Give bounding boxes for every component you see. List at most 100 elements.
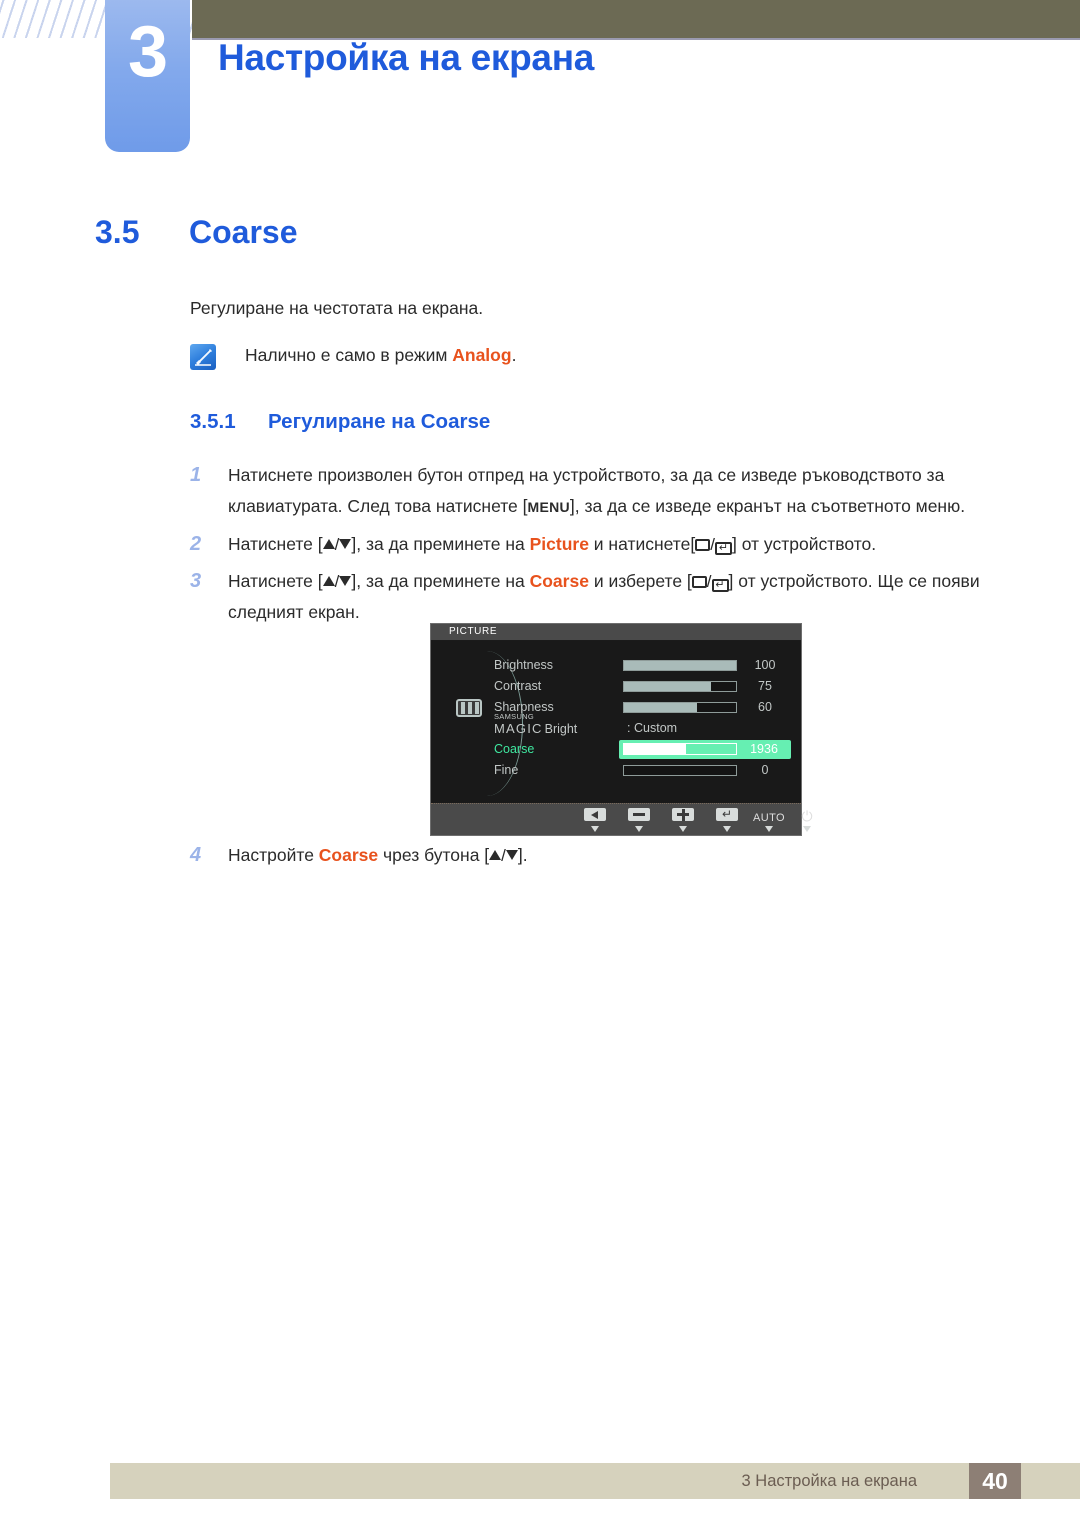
osd-body: Brightness : 100 Contrast : 75 Sharpness… bbox=[431, 641, 801, 804]
enter-arrow-icon: ↵ bbox=[711, 579, 729, 592]
enter-arrow-icon: ↵ bbox=[714, 542, 732, 555]
step2-part3: и натиснете[ bbox=[588, 534, 696, 554]
osd-value: 1936 bbox=[750, 742, 778, 756]
enter-button[interactable]: ↵ bbox=[707, 807, 747, 832]
note-text: Налично е само в режим Analog. bbox=[245, 345, 516, 366]
step-text: Натиснете [ / ], за да преминете на Coarse… bbox=[228, 566, 990, 628]
return-arrow-icon: ↵ bbox=[716, 807, 738, 821]
note-text-after: . bbox=[511, 345, 517, 365]
power-icon: ⏻ bbox=[801, 808, 813, 824]
osd-value: 75 bbox=[758, 679, 772, 693]
osd-row-brightness[interactable]: Brightness : 100 bbox=[431, 655, 801, 676]
step-number: 3 bbox=[190, 570, 202, 592]
step-item: 3 Натиснете [ / ], за да преминете на Coar… bbox=[190, 566, 990, 628]
note-text-before: Налично е само в режим bbox=[245, 345, 453, 365]
osd-slider[interactable] bbox=[623, 743, 737, 755]
section-title: Coarse bbox=[189, 214, 298, 250]
step3-part2: ], за да преминете на bbox=[351, 571, 530, 591]
osd-value: 0 bbox=[761, 763, 769, 777]
key-separator: / bbox=[706, 572, 712, 591]
step-text: Настройте Coarse чрез бутона [/]. bbox=[228, 840, 990, 871]
triangle-down-icon bbox=[723, 826, 731, 832]
section-heading: 3.5 Coarse bbox=[95, 214, 298, 251]
osd-button-bar: ↵ AUTO ⏻ bbox=[431, 803, 813, 835]
plus-button[interactable] bbox=[663, 808, 703, 832]
triangle-down-icon bbox=[803, 826, 811, 832]
triangle-down-icon bbox=[339, 576, 352, 586]
section-intro-text: Регулиране на честотата на екрана. bbox=[190, 298, 484, 318]
plus-icon bbox=[672, 808, 694, 821]
step-item: 4 Настройте Coarse чрез бутона [/]. bbox=[190, 840, 990, 871]
chapter-number: 3 bbox=[127, 12, 168, 92]
step2-part4: ] от устройството. bbox=[731, 534, 877, 554]
step-text: Натиснете произволен бутон отпред на уст… bbox=[228, 460, 990, 523]
triangle-down-icon bbox=[679, 826, 687, 832]
key-menu: MENU bbox=[527, 499, 570, 515]
page-footer: 3 Настройка на екрана 40 bbox=[110, 1463, 1080, 1499]
osd-row-fine[interactable]: Fine : 0 bbox=[431, 760, 801, 781]
step2-part1: Натиснете [ bbox=[228, 534, 323, 554]
step3-part1: Натиснете [ bbox=[228, 571, 323, 591]
osd-menu-screenshot: PICTURE Brightness : 100 Contrast : 75 bbox=[430, 623, 813, 836]
footer-bar bbox=[110, 1463, 1080, 1499]
left-triangle-icon bbox=[584, 808, 606, 821]
step-text: Натиснете [/], за да преминете на Pictur… bbox=[228, 529, 990, 560]
osd-slider[interactable] bbox=[623, 681, 737, 692]
osd-value: Custom bbox=[634, 721, 678, 735]
accent-picture: Picture bbox=[529, 534, 589, 554]
note-accent-analog: Analog bbox=[452, 345, 512, 365]
osd-selection-highlight: 1936 bbox=[619, 740, 791, 759]
osd-label-magic: MAGIC bbox=[494, 721, 543, 736]
section-number: 3.5 bbox=[95, 214, 140, 250]
step2-part2: ], за да преминете на bbox=[351, 534, 530, 554]
osd-slider[interactable] bbox=[623, 765, 737, 776]
triangle-down-icon bbox=[591, 826, 599, 832]
step-item: 2 Натиснете [/], за да преминете на Pict… bbox=[190, 529, 990, 560]
auto-label: AUTO bbox=[753, 812, 785, 824]
osd-label-samsung: SAMSUNG bbox=[494, 712, 535, 721]
osd-title: PICTURE bbox=[449, 626, 498, 637]
osd-row-sharpness[interactable]: Sharpness : 60 bbox=[431, 697, 801, 718]
step4-part2: чрез бутона [ bbox=[378, 845, 490, 865]
step1-part2: ], за да се изведе екранът на съответнот… bbox=[569, 496, 966, 516]
osd-value: 100 bbox=[754, 658, 776, 672]
osd-row-magicbright[interactable]: SAMSUNG MAGIC Bright : Custom bbox=[431, 712, 801, 739]
accent-coarse: Coarse bbox=[529, 571, 589, 591]
osd-slider[interactable] bbox=[623, 702, 737, 713]
step-number: 4 bbox=[190, 844, 202, 866]
power-button[interactable]: ⏻ bbox=[787, 808, 827, 832]
minus-icon bbox=[628, 808, 650, 821]
step3-part3: и изберете [ bbox=[588, 571, 692, 591]
header-olive-bar bbox=[192, 0, 1080, 40]
osd-label-bright: Bright bbox=[544, 722, 578, 736]
minus-button[interactable] bbox=[619, 808, 659, 832]
step-number: 1 bbox=[190, 464, 202, 486]
footer-text: 3 Настройка на екрана bbox=[741, 1472, 917, 1490]
source-box-icon bbox=[691, 576, 707, 588]
subsection-heading: 3.5.1 Регулиране на Coarse bbox=[190, 410, 490, 434]
osd-label: Contrast bbox=[494, 679, 542, 693]
step4-part1: Настройте bbox=[228, 845, 319, 865]
auto-button[interactable]: AUTO bbox=[749, 808, 789, 832]
triangle-up-icon bbox=[322, 539, 335, 549]
osd-row-contrast[interactable]: Contrast : 75 bbox=[431, 676, 801, 697]
triangle-down-icon bbox=[505, 850, 518, 860]
osd-label: Brightness bbox=[494, 658, 554, 672]
source-box-icon bbox=[695, 539, 711, 551]
osd-label: Fine bbox=[494, 763, 519, 777]
step4-part3: ]. bbox=[517, 845, 528, 865]
osd-row-coarse[interactable]: Coarse : 1936 bbox=[431, 739, 801, 760]
triangle-down-icon bbox=[339, 539, 352, 549]
osd-rows: Brightness : 100 Contrast : 75 Sharpness… bbox=[431, 655, 801, 781]
page-header: 3 Настройка на екрана bbox=[0, 0, 1080, 170]
osd-value: 60 bbox=[758, 700, 772, 714]
note-pen-icon bbox=[190, 344, 216, 370]
steps-list: 1 Натиснете произволен бутон отпред на у… bbox=[190, 460, 990, 634]
triangle-up-icon bbox=[489, 850, 502, 860]
footer-page-number: 40 bbox=[969, 1463, 1021, 1499]
step-item: 1 Натиснете произволен бутон отпред на у… bbox=[190, 460, 990, 523]
step-number: 2 bbox=[190, 533, 202, 555]
triangle-down-icon bbox=[765, 826, 773, 832]
osd-slider[interactable] bbox=[623, 660, 737, 671]
back-button[interactable] bbox=[575, 808, 615, 832]
